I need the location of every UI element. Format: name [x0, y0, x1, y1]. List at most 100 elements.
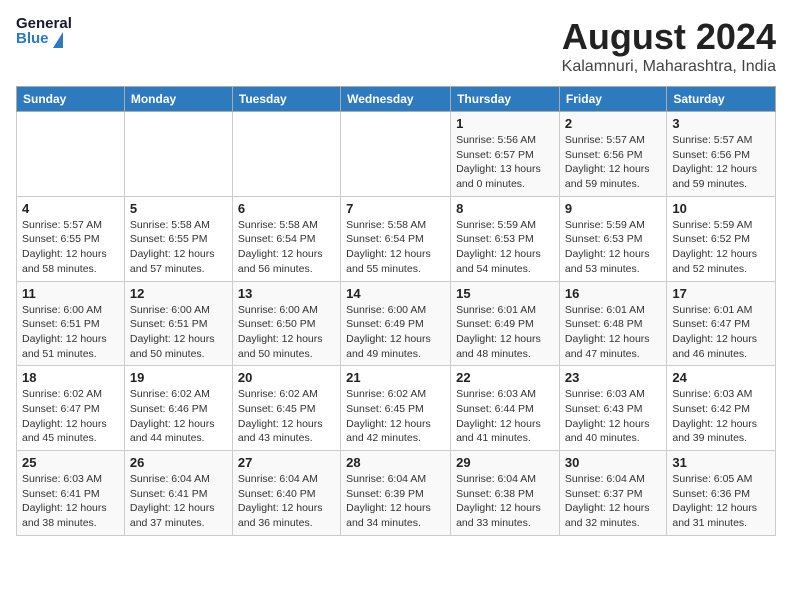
day-number: 4: [22, 201, 119, 216]
calendar-cell: 6 Sunrise: 5:58 AMSunset: 6:54 PMDaylight…: [232, 196, 340, 281]
day-header-thursday: Thursday: [451, 87, 560, 112]
logo-triangle-icon: [53, 32, 63, 48]
day-info: Sunrise: 5:58 AMSunset: 6:54 PMDaylight:…: [238, 218, 335, 277]
day-info: Sunrise: 6:03 AMSunset: 6:41 PMDaylight:…: [22, 472, 119, 531]
calendar-table: SundayMondayTuesdayWednesdayThursdayFrid…: [16, 86, 776, 536]
calendar-cell: 1 Sunrise: 5:56 AMSunset: 6:57 PMDaylight…: [451, 112, 560, 197]
day-number: 25: [22, 455, 119, 470]
day-number: 7: [346, 201, 445, 216]
calendar-cell: 5Sunrise: 5:58 AMSunset: 6:55 PMDaylight…: [124, 196, 232, 281]
day-info: Sunrise: 6:04 AMSunset: 6:39 PMDaylight:…: [346, 472, 445, 531]
calendar-cell: 25 Sunrise: 6:03 AMSunset: 6:41 PMDayligh…: [17, 451, 125, 536]
calendar-cell: 23 Sunrise: 6:03 AMSunset: 6:43 PMDayligh…: [559, 366, 666, 451]
calendar-cell: 7 Sunrise: 5:58 AMSunset: 6:54 PMDaylight…: [341, 196, 451, 281]
day-number: 29: [456, 455, 554, 470]
day-info: Sunrise: 6:04 AMSunset: 6:38 PMDaylight:…: [456, 472, 554, 531]
day-header-monday: Monday: [124, 87, 232, 112]
day-number: 13: [238, 286, 335, 301]
day-info: Sunrise: 6:04 AMSunset: 6:40 PMDaylight:…: [238, 472, 335, 531]
day-number: 22: [456, 370, 554, 385]
day-info: Sunrise: 5:57 AMSunset: 6:55 PMDaylight:…: [22, 218, 119, 277]
day-number: 15: [456, 286, 554, 301]
day-info: Sunrise: 6:04 AMSunset: 6:37 PMDaylight:…: [565, 472, 661, 531]
day-number: 17: [672, 286, 770, 301]
day-number: 11: [22, 286, 119, 301]
calendar-cell: 24Sunrise: 6:03 AMSunset: 6:42 PMDayligh…: [667, 366, 776, 451]
day-number: 26: [130, 455, 227, 470]
title-area: August 2024 Kalamnuri, Maharashtra, Indi…: [562, 16, 776, 76]
day-number: 30: [565, 455, 661, 470]
day-number: 16: [565, 286, 661, 301]
calendar-cell: 21 Sunrise: 6:02 AMSunset: 6:45 PMDayligh…: [341, 366, 451, 451]
day-info: Sunrise: 6:04 AMSunset: 6:41 PMDaylight:…: [130, 472, 227, 531]
calendar-cell: 18 Sunrise: 6:02 AMSunset: 6:47 PMDayligh…: [17, 366, 125, 451]
day-info: Sunrise: 5:59 AMSunset: 6:53 PMDaylight:…: [456, 218, 554, 277]
calendar-week-3: 11 Sunrise: 6:00 AMSunset: 6:51 PMDayligh…: [17, 281, 776, 366]
day-info: Sunrise: 5:58 AMSunset: 6:54 PMDaylight:…: [346, 218, 445, 277]
calendar-cell: 20 Sunrise: 6:02 AMSunset: 6:45 PMDayligh…: [232, 366, 340, 451]
calendar-cell: [17, 112, 125, 197]
day-info: Sunrise: 6:00 AMSunset: 6:51 PMDaylight:…: [22, 303, 119, 362]
calendar-week-5: 25 Sunrise: 6:03 AMSunset: 6:41 PMDayligh…: [17, 451, 776, 536]
day-info: Sunrise: 6:02 AMSunset: 6:45 PMDaylight:…: [346, 387, 445, 446]
day-info: Sunrise: 6:02 AMSunset: 6:47 PMDaylight:…: [22, 387, 119, 446]
calendar-header-row: SundayMondayTuesdayWednesdayThursdayFrid…: [17, 87, 776, 112]
day-number: 23: [565, 370, 661, 385]
calendar-cell: 28 Sunrise: 6:04 AMSunset: 6:39 PMDayligh…: [341, 451, 451, 536]
day-number: 18: [22, 370, 119, 385]
logo-general-text: General: [16, 16, 76, 31]
day-info: Sunrise: 6:01 AMSunset: 6:49 PMDaylight:…: [456, 303, 554, 362]
day-header-friday: Friday: [559, 87, 666, 112]
calendar-cell: 9 Sunrise: 5:59 AMSunset: 6:53 PMDaylight…: [559, 196, 666, 281]
logo: General Blue: [16, 16, 76, 56]
calendar-cell: 12Sunrise: 6:00 AMSunset: 6:51 PMDayligh…: [124, 281, 232, 366]
logo-blue-text: Blue: [16, 31, 49, 46]
day-info: Sunrise: 6:00 AMSunset: 6:50 PMDaylight:…: [238, 303, 335, 362]
day-number: 31: [672, 455, 770, 470]
day-number: 27: [238, 455, 335, 470]
calendar-cell: 8 Sunrise: 5:59 AMSunset: 6:53 PMDaylight…: [451, 196, 560, 281]
day-number: 20: [238, 370, 335, 385]
day-number: 6: [238, 201, 335, 216]
calendar-cell: 29 Sunrise: 6:04 AMSunset: 6:38 PMDayligh…: [451, 451, 560, 536]
calendar-cell: 13 Sunrise: 6:00 AMSunset: 6:50 PMDayligh…: [232, 281, 340, 366]
day-header-sunday: Sunday: [17, 87, 125, 112]
calendar-cell: 27 Sunrise: 6:04 AMSunset: 6:40 PMDayligh…: [232, 451, 340, 536]
day-number: 3: [672, 116, 770, 131]
day-info: Sunrise: 5:59 AMSunset: 6:52 PMDaylight:…: [672, 218, 770, 277]
calendar-cell: 30 Sunrise: 6:04 AMSunset: 6:37 PMDayligh…: [559, 451, 666, 536]
calendar-cell: 14Sunrise: 6:00 AMSunset: 6:49 PMDayligh…: [341, 281, 451, 366]
day-info: Sunrise: 6:03 AMSunset: 6:44 PMDaylight:…: [456, 387, 554, 446]
calendar-cell: 15 Sunrise: 6:01 AMSunset: 6:49 PMDayligh…: [451, 281, 560, 366]
day-info: Sunrise: 6:01 AMSunset: 6:47 PMDaylight:…: [672, 303, 770, 362]
calendar-cell: 17 Sunrise: 6:01 AMSunset: 6:47 PMDayligh…: [667, 281, 776, 366]
day-number: 1: [456, 116, 554, 131]
day-info: Sunrise: 5:59 AMSunset: 6:53 PMDaylight:…: [565, 218, 661, 277]
calendar-cell: 3 Sunrise: 5:57 AMSunset: 6:56 PMDaylight…: [667, 112, 776, 197]
day-number: 19: [130, 370, 227, 385]
day-number: 8: [456, 201, 554, 216]
day-info: Sunrise: 6:03 AMSunset: 6:43 PMDaylight:…: [565, 387, 661, 446]
day-number: 5: [130, 201, 227, 216]
day-info: Sunrise: 5:57 AMSunset: 6:56 PMDaylight:…: [565, 133, 661, 192]
calendar-cell: 16 Sunrise: 6:01 AMSunset: 6:48 PMDayligh…: [559, 281, 666, 366]
day-info: Sunrise: 5:57 AMSunset: 6:56 PMDaylight:…: [672, 133, 770, 192]
calendar-cell: 19Sunrise: 6:02 AMSunset: 6:46 PMDayligh…: [124, 366, 232, 451]
day-number: 9: [565, 201, 661, 216]
day-info: Sunrise: 6:03 AMSunset: 6:42 PMDaylight:…: [672, 387, 770, 446]
calendar-week-1: 1 Sunrise: 5:56 AMSunset: 6:57 PMDaylight…: [17, 112, 776, 197]
day-number: 2: [565, 116, 661, 131]
day-header-saturday: Saturday: [667, 87, 776, 112]
day-info: Sunrise: 5:56 AMSunset: 6:57 PMDaylight:…: [456, 133, 554, 192]
day-number: 10: [672, 201, 770, 216]
day-info: Sunrise: 6:02 AMSunset: 6:45 PMDaylight:…: [238, 387, 335, 446]
day-info: Sunrise: 6:01 AMSunset: 6:48 PMDaylight:…: [565, 303, 661, 362]
day-number: 28: [346, 455, 445, 470]
calendar-cell: [232, 112, 340, 197]
calendar-cell: 4 Sunrise: 5:57 AMSunset: 6:55 PMDaylight…: [17, 196, 125, 281]
calendar-cell: 22 Sunrise: 6:03 AMSunset: 6:44 PMDayligh…: [451, 366, 560, 451]
day-header-tuesday: Tuesday: [232, 87, 340, 112]
calendar-cell: 26 Sunrise: 6:04 AMSunset: 6:41 PMDayligh…: [124, 451, 232, 536]
day-number: 21: [346, 370, 445, 385]
calendar-cell: [341, 112, 451, 197]
